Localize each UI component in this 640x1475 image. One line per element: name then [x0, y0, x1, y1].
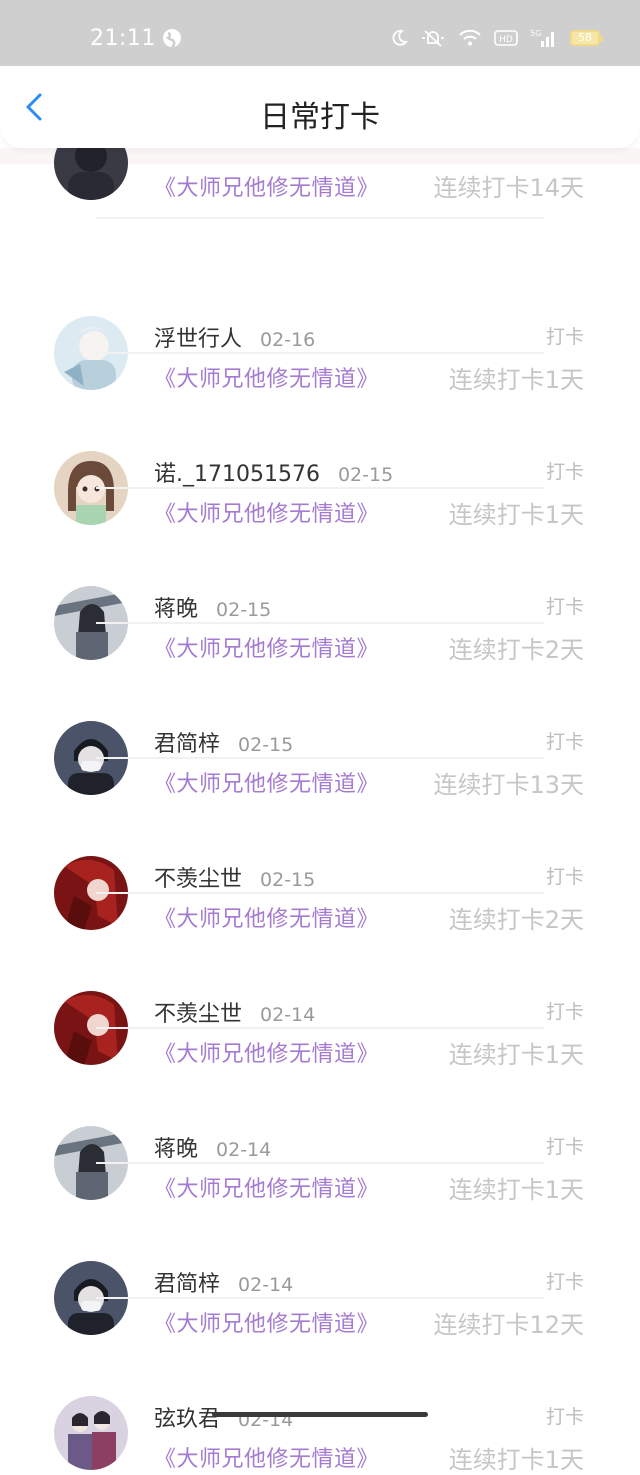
globe-icon: [162, 28, 182, 48]
list-item[interactable]: 蒋晚 02-15 《大师兄他修无情道》 打卡 连续打卡2天: [0, 489, 640, 664]
checkin-action: 打卡: [545, 326, 584, 348]
checkin-action: 打卡: [545, 461, 584, 483]
checkin-date: 02-14: [260, 1004, 316, 1026]
name-line: 蒋晚 02-15: [154, 591, 271, 623]
streak-count: 连续打卡1天: [448, 1446, 584, 1474]
list-item[interactable]: 《大师兄他修无情道》 连续打卡14天: [0, 126, 640, 219]
nav-bar: 日常打卡: [0, 66, 640, 148]
checkin-action: 打卡: [545, 1136, 584, 1158]
name-line: 君简梓 02-14: [154, 1266, 293, 1298]
battery-icon: 58: [570, 30, 603, 46]
checkin-action: 打卡: [545, 1406, 584, 1428]
name-line: 不羡尘世 02-14: [154, 996, 315, 1028]
checkin-date: 02-14: [216, 1139, 272, 1161]
signal-icon: 5G: [530, 28, 558, 48]
status-time: 21:11: [90, 26, 156, 51]
username[interactable]: 浮世行人: [154, 321, 242, 353]
checkin-action: 打卡: [545, 1001, 584, 1023]
page-title: 日常打卡: [260, 100, 380, 135]
status-bar: 21:11 HD 5G 58: [0, 0, 640, 68]
username[interactable]: 不羡尘世: [154, 861, 242, 893]
username[interactable]: 君简梓: [154, 1266, 220, 1298]
username[interactable]: 诺._171051576: [154, 456, 320, 488]
checkin-action: 打卡: [545, 866, 584, 888]
checkin-date: 02-14: [238, 1274, 294, 1296]
checkin-action: 打卡: [545, 1271, 584, 1293]
name-line: 蒋晚 02-14: [154, 1131, 271, 1163]
username[interactable]: 弦玖君: [154, 1401, 220, 1433]
name-line: 弦玖君 02-14: [154, 1401, 293, 1433]
name-line: 诺._171051576 02-15: [154, 456, 393, 488]
moon-icon: [390, 29, 408, 47]
checkin-action: 打卡: [545, 731, 584, 753]
mute-bell-icon: [420, 29, 446, 47]
name-line: 不羡尘世 02-15: [154, 861, 315, 893]
list-item[interactable]: 诺._171051576 02-15 《大师兄他修无情道》 打卡 连续打卡1天: [0, 354, 640, 529]
list-item[interactable]: 不羡尘世 02-15 《大师兄他修无情道》 打卡 连续打卡2天: [0, 759, 640, 934]
username[interactable]: 蒋晚: [154, 1131, 198, 1163]
checkin-date: 02-15: [238, 734, 294, 756]
streak-count: 连续打卡14天: [433, 174, 584, 202]
checkin-date: 02-15: [216, 599, 272, 621]
book-title-link[interactable]: 《大师兄他修无情道》: [154, 170, 379, 202]
book-title-link[interactable]: 《大师兄他修无情道》: [154, 1441, 379, 1473]
name-line: 君简梓 02-15: [154, 726, 293, 758]
username[interactable]: 蒋晚: [154, 591, 198, 623]
list-item[interactable]: 不羡尘世 02-14 《大师兄他修无情道》 打卡 连续打卡1天: [0, 894, 640, 1069]
checkin-date: 02-15: [337, 464, 394, 486]
status-icons: HD 5G 58: [390, 28, 603, 48]
list-item[interactable]: 君简梓 02-15 《大师兄他修无情道》 打卡 连续打卡13天: [0, 624, 640, 799]
name-line: 浮世行人 02-16: [154, 321, 315, 353]
username[interactable]: 君简梓: [154, 726, 220, 758]
checkin-date: 02-15: [260, 869, 316, 891]
wifi-icon: [458, 29, 482, 47]
hd-icon: HD: [494, 30, 518, 46]
avatar[interactable]: [54, 1396, 128, 1470]
network-label: 5G: [530, 29, 541, 38]
list-item[interactable]: 浮世行人 02-16 《大师兄他修无情道》 打卡 连续打卡1天: [0, 219, 640, 394]
home-indicator[interactable]: [212, 1412, 428, 1417]
list-item[interactable]: 蒋晚 02-14 《大师兄他修无情道》 打卡 连续打卡1天: [0, 1029, 640, 1204]
hd-label: HD: [499, 35, 513, 45]
username[interactable]: 不羡尘世: [154, 996, 242, 1028]
checkin-date: 02-16: [260, 329, 316, 351]
checkin-action: 打卡: [545, 596, 584, 618]
list-item[interactable]: 君简梓 02-14 《大师兄他修无情道》 打卡 连续打卡12天: [0, 1164, 640, 1339]
checkin-list: 《大师兄他修无情道》 连续打卡14天 浮世行人 02-16 《大师兄他修无情道》…: [0, 126, 640, 1474]
